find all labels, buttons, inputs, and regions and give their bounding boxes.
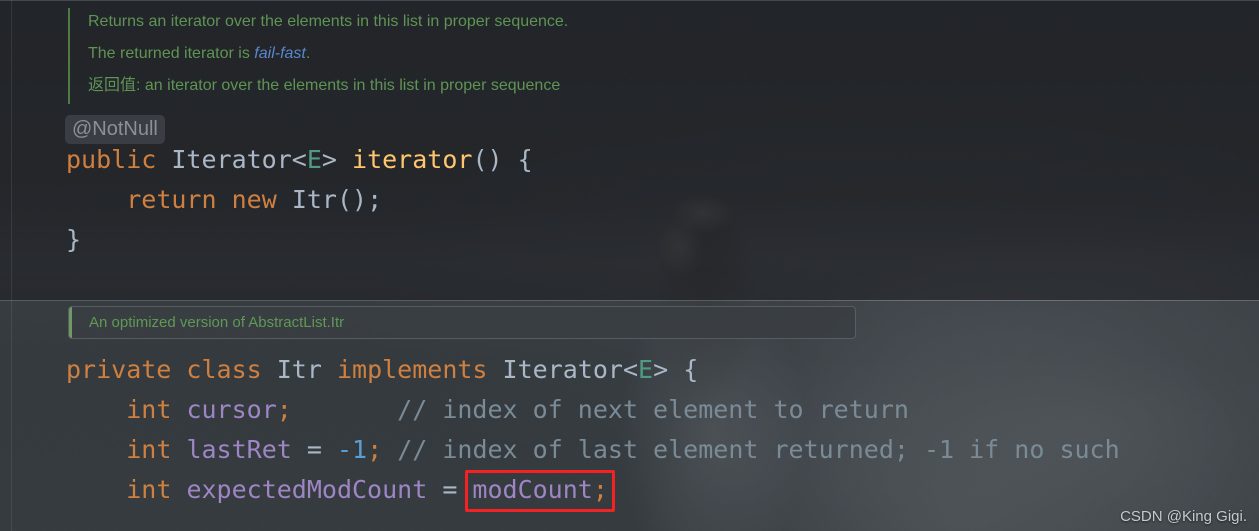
javadoc-comment-block: Returns an iterator over the elements in…	[68, 6, 569, 104]
documentation-popup-accent-bar	[69, 307, 72, 338]
javadoc-failfast-link[interactable]: fail-fast	[254, 45, 306, 62]
notnull-inlay-hint[interactable]: @NotNull	[65, 115, 165, 144]
keyword-implements: implements	[336, 355, 488, 384]
type-itr: Itr	[291, 185, 337, 214]
angle-close: >	[321, 145, 353, 174]
documentation-popup[interactable]: An optimized version of AbstractList.Itr	[68, 306, 856, 339]
field-expectedmodcount: expectedModCount	[186, 475, 428, 504]
angle-open: <	[291, 145, 307, 174]
comment-cursor: // index of next element to return	[397, 395, 909, 424]
call-tail: ();	[336, 185, 383, 214]
signature-tail: () {	[472, 145, 533, 174]
javadoc-failfast-prefix: The returned iterator is	[88, 45, 255, 62]
javadoc-failfast-suffix: .	[305, 45, 311, 62]
code-line-return-new-itr[interactable]: return new Itr();	[66, 180, 382, 220]
code-line-method-close[interactable]: }	[66, 220, 81, 260]
generic-param-e: E	[306, 145, 322, 174]
editor-top-border	[0, 0, 1259, 1]
documentation-popup-text: An optimized version of AbstractList.Itr	[89, 314, 345, 331]
javadoc-line-returns: 返回值: an iterator over the elements in th…	[88, 77, 561, 94]
keyword-int: int	[126, 395, 172, 424]
code-line-field-lastret[interactable]: int lastRet = -1; // index of last eleme…	[66, 430, 1120, 470]
class-name-itr: Itr	[276, 355, 322, 384]
method-name-iterator: iterator	[352, 145, 473, 174]
javadoc-line-failfast: The returned iterator is fail-fast.	[68, 38, 568, 70]
interface-iterator: Iterator	[502, 355, 623, 384]
code-line-field-cursor[interactable]: int cursor; // index of next element to …	[66, 390, 909, 430]
red-highlight-box	[465, 470, 615, 512]
semicolon: ;	[367, 435, 398, 464]
comment-lastret: // index of last element returned; -1 if…	[397, 435, 1120, 464]
field-cursor: cursor	[186, 395, 277, 424]
csdn-watermark: CSDN @King Gigi.	[1120, 508, 1247, 525]
semicolon: ;	[276, 395, 292, 424]
angle-open: <	[622, 355, 639, 384]
field-lastret: lastRet	[186, 435, 292, 464]
generic-param-e: E	[638, 355, 654, 384]
type-iterator: Iterator	[171, 145, 292, 174]
minus-sign: -	[336, 435, 353, 464]
javadoc-accent-bar	[68, 8, 70, 104]
keyword-int: int	[126, 435, 172, 464]
keyword-public: public	[66, 145, 157, 174]
keyword-new: new	[231, 185, 277, 214]
class-declaration-tail: > {	[653, 355, 699, 384]
literal-one: 1	[352, 435, 368, 464]
screenshot-root: Returns an iterator over the elements in…	[0, 0, 1259, 531]
code-line-method-signature[interactable]: public Iterator<E> iterator() {	[66, 140, 533, 180]
editor-gutter-line	[11, 0, 12, 531]
javadoc-line-summary: Returns an iterator over the elements in…	[88, 13, 569, 30]
editor-pane-divider	[0, 300, 1259, 301]
keyword-return: return	[126, 185, 217, 214]
code-line-class-declaration[interactable]: private class Itr implements Iterator<E>…	[66, 350, 698, 390]
assign-operator: =	[291, 435, 337, 464]
keyword-int: int	[126, 475, 172, 504]
closing-brace: }	[66, 225, 82, 254]
keyword-private: private	[66, 355, 172, 384]
keyword-class: class	[186, 355, 262, 384]
